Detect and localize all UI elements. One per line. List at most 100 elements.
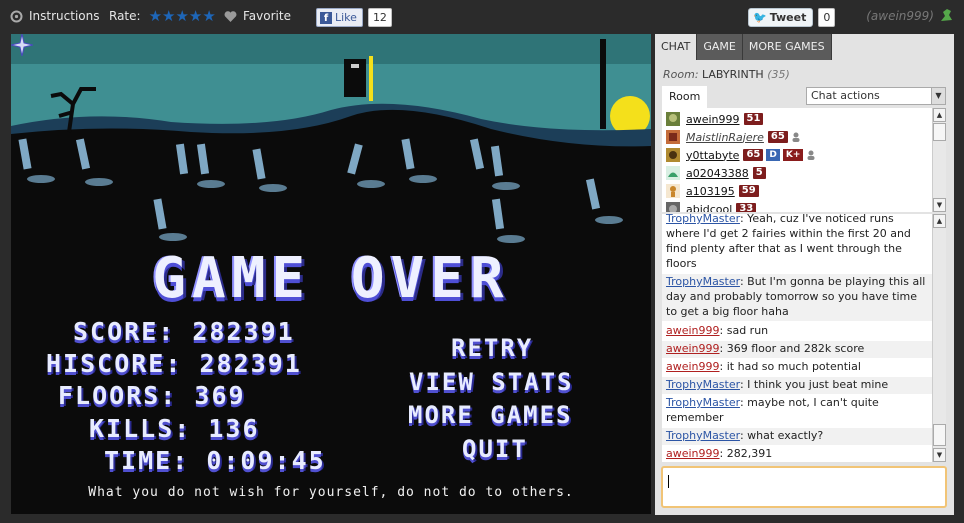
chat-actions-dropdown[interactable]: Chat actions ▼ — [806, 87, 946, 105]
more-games-button[interactable]: MORE GAMES — [408, 401, 573, 429]
chat-message: TrophyMaster: what exactly? — [662, 428, 932, 445]
scroll-down-icon[interactable]: ▼ — [933, 198, 946, 212]
tweet-button[interactable]: 🐦 Tweet — [748, 8, 814, 27]
quit-button[interactable]: QUIT — [462, 435, 528, 463]
chat-actions-label: Chat actions — [811, 89, 880, 102]
tweet-label: Tweet — [769, 11, 807, 24]
shuriken-cursor-icon — [11, 34, 33, 56]
message-text: I think you just beat mine — [747, 378, 889, 391]
current-username[interactable]: (awein999) — [866, 9, 934, 23]
username[interactable]: MaistlinRajere — [686, 131, 764, 144]
score-label: SCORE: — [73, 317, 176, 346]
like-label: Like — [335, 11, 357, 24]
score-line: SCORE: 282391 — [73, 317, 295, 346]
message-author[interactable]: awein999 — [666, 324, 720, 337]
text-caret — [668, 475, 669, 488]
message-author[interactable]: awein999 — [666, 447, 720, 460]
chat-input[interactable] — [661, 466, 947, 508]
retry-button[interactable]: RETRY — [451, 334, 533, 362]
message-author[interactable]: TrophyMaster — [666, 429, 740, 442]
hiscore-label: HISCORE: — [46, 349, 183, 378]
user-row[interactable]: abidcool 33 — [666, 200, 757, 213]
message-author[interactable]: TrophyMaster — [666, 214, 740, 225]
tab-chat[interactable]: CHAT — [655, 34, 698, 60]
message-text: 369 floor and 282k score — [726, 342, 865, 355]
tab-more-games[interactable]: MORE GAMES — [742, 34, 832, 60]
floors-value: 369 — [194, 381, 246, 410]
level-badge: 5 — [752, 167, 766, 179]
kills-value: 136 — [208, 414, 260, 443]
hiscore-value: 282391 — [199, 349, 302, 378]
green-user-icon[interactable] — [938, 7, 954, 23]
time-label: TIME: — [104, 446, 190, 475]
game-over-title: GAME OVER — [152, 246, 510, 311]
time-line: TIME: 0:09:45 — [104, 446, 326, 475]
view-stats-button[interactable]: VIEW STATS — [409, 368, 574, 396]
scroll-thumb[interactable] — [933, 424, 946, 446]
chat-message: TrophyMaster: I think you just beat mine — [662, 377, 932, 394]
level-badge: 59 — [738, 185, 759, 197]
message-author[interactable]: TrophyMaster — [666, 396, 740, 409]
twitter-tweet: 🐦 Tweet 0 — [748, 8, 836, 27]
hiscore-line: HISCORE: 282391 — [46, 349, 302, 378]
heart-icon — [224, 10, 237, 22]
instructions-link[interactable]: Instructions — [10, 9, 99, 23]
favorite-button[interactable]: Favorite — [224, 9, 291, 23]
facebook-like-button[interactable]: f Like — [316, 8, 363, 27]
avatar — [666, 166, 680, 180]
level-badge: 51 — [743, 113, 764, 125]
user-row[interactable]: awein999 51 — [666, 110, 764, 128]
scroll-up-icon[interactable]: ▲ — [933, 214, 946, 228]
user-row[interactable]: a103195 59 — [666, 182, 759, 200]
chat-message: awein999: it had so much potential — [666, 360, 861, 373]
scroll-up-icon[interactable]: ▲ — [933, 108, 946, 122]
avatar — [666, 184, 680, 198]
user-list: awein999 51 MaistlinRajere 65 y0ttabyte … — [662, 108, 946, 212]
user-list-scrollbar[interactable]: ▲ ▼ — [932, 108, 946, 212]
facebook-icon: f — [320, 11, 332, 24]
avatar — [666, 130, 680, 144]
time-value: 0:09:45 — [206, 446, 326, 475]
scroll-thumb[interactable] — [933, 123, 946, 141]
level-badge: 65 — [743, 149, 764, 161]
chat-message: TrophyMaster: Yeah, cuz I've noticed run… — [666, 214, 911, 270]
tower — [600, 39, 606, 129]
kills-line: KILLS: 136 — [89, 414, 260, 443]
message-author[interactable]: TrophyMaster — [666, 378, 740, 391]
chat-message: awein999: 282,391 — [666, 447, 773, 460]
room-tab[interactable]: Room — [662, 86, 708, 108]
room-count: (35) — [767, 68, 790, 81]
tab-game[interactable]: GAME — [697, 34, 743, 60]
user-row[interactable]: MaistlinRajere 65 — [666, 128, 801, 146]
message-text: it had so much potential — [726, 360, 861, 373]
game-quote: What you do not wish for yourself, do no… — [88, 485, 574, 500]
ninja-sword — [369, 56, 373, 101]
favorite-label: Favorite — [243, 9, 291, 23]
message-text: what exactly? — [747, 429, 824, 442]
username[interactable]: a103195 — [686, 185, 735, 198]
username[interactable]: awein999 — [686, 113, 740, 126]
message-text: sad run — [726, 324, 769, 337]
rate-label: Rate: — [109, 9, 141, 23]
kills-label: KILLS: — [89, 414, 192, 443]
chat-scrollbar[interactable]: ▲ ▼ — [932, 214, 946, 462]
game-canvas[interactable]: GAME OVER SCORE: 282391 HISCORE: 282391 … — [11, 34, 651, 514]
level-badge: 65 — [767, 131, 788, 143]
person-icon — [807, 150, 815, 160]
chat-message: awein999: sad run — [666, 324, 769, 337]
message-author[interactable]: awein999 — [666, 360, 720, 373]
message-author[interactable]: awein999 — [666, 342, 720, 355]
scroll-down-icon[interactable]: ▼ — [933, 448, 946, 462]
rating-stars[interactable]: ★★★★★ — [149, 8, 216, 23]
user-row[interactable]: a02043388 5 — [666, 164, 766, 182]
username[interactable]: y0ttabyte — [686, 149, 739, 162]
user-row[interactable]: y0ttabyte 65 D K+ — [666, 146, 816, 164]
message-author[interactable]: TrophyMaster — [666, 275, 740, 288]
room-label: Room: — [663, 68, 699, 81]
level-badge: 33 — [736, 203, 757, 212]
username[interactable]: abidcool — [686, 203, 732, 213]
username[interactable]: a02043388 — [686, 167, 749, 180]
facebook-like: f Like 12 — [316, 8, 392, 27]
chat-message: TrophyMaster: But I'm gonna be playing t… — [662, 274, 932, 321]
avatar — [666, 112, 680, 126]
